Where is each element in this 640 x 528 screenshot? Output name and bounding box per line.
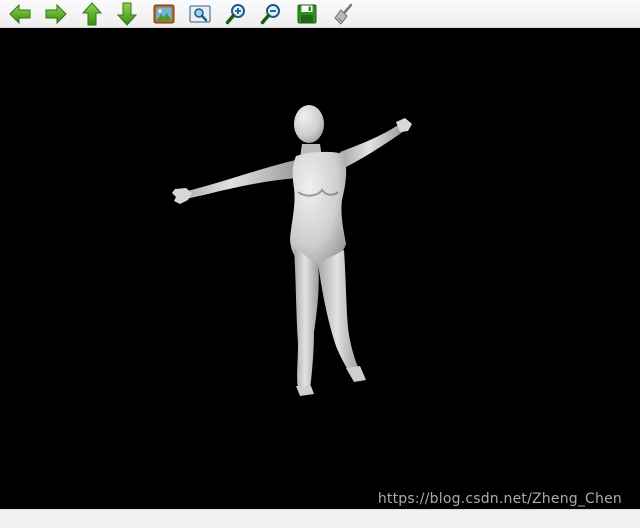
render-viewport[interactable]: https://blog.csdn.net/Zheng_Chen	[0, 28, 640, 509]
arrow-down-icon	[116, 2, 138, 26]
zoom-out-icon	[260, 3, 282, 25]
status-bar	[0, 509, 640, 528]
clear-brush-icon	[332, 3, 354, 25]
down-button[interactable]	[114, 1, 140, 26]
clear-button[interactable]	[330, 1, 356, 26]
forward-button[interactable]	[43, 1, 69, 26]
up-button[interactable]	[79, 1, 105, 26]
watermark-text: https://blog.csdn.net/Zheng_Chen	[377, 491, 622, 507]
zoom-in-button[interactable]	[223, 1, 249, 26]
toolbar	[0, 0, 640, 28]
save-icon	[297, 4, 317, 24]
zoom-in-icon	[225, 3, 247, 25]
picture-icon	[153, 4, 175, 24]
zoom-out-button[interactable]	[258, 1, 284, 26]
arrow-up-icon	[81, 1, 103, 26]
arrow-left-icon	[8, 3, 32, 25]
human-body-mesh	[172, 105, 412, 396]
arrow-right-icon	[44, 3, 68, 25]
zoom-fit-button[interactable]	[187, 1, 213, 26]
back-button[interactable]	[7, 1, 33, 26]
save-button[interactable]	[294, 1, 320, 26]
picture-button[interactable]	[151, 1, 177, 26]
zoom-fit-icon	[189, 4, 211, 24]
